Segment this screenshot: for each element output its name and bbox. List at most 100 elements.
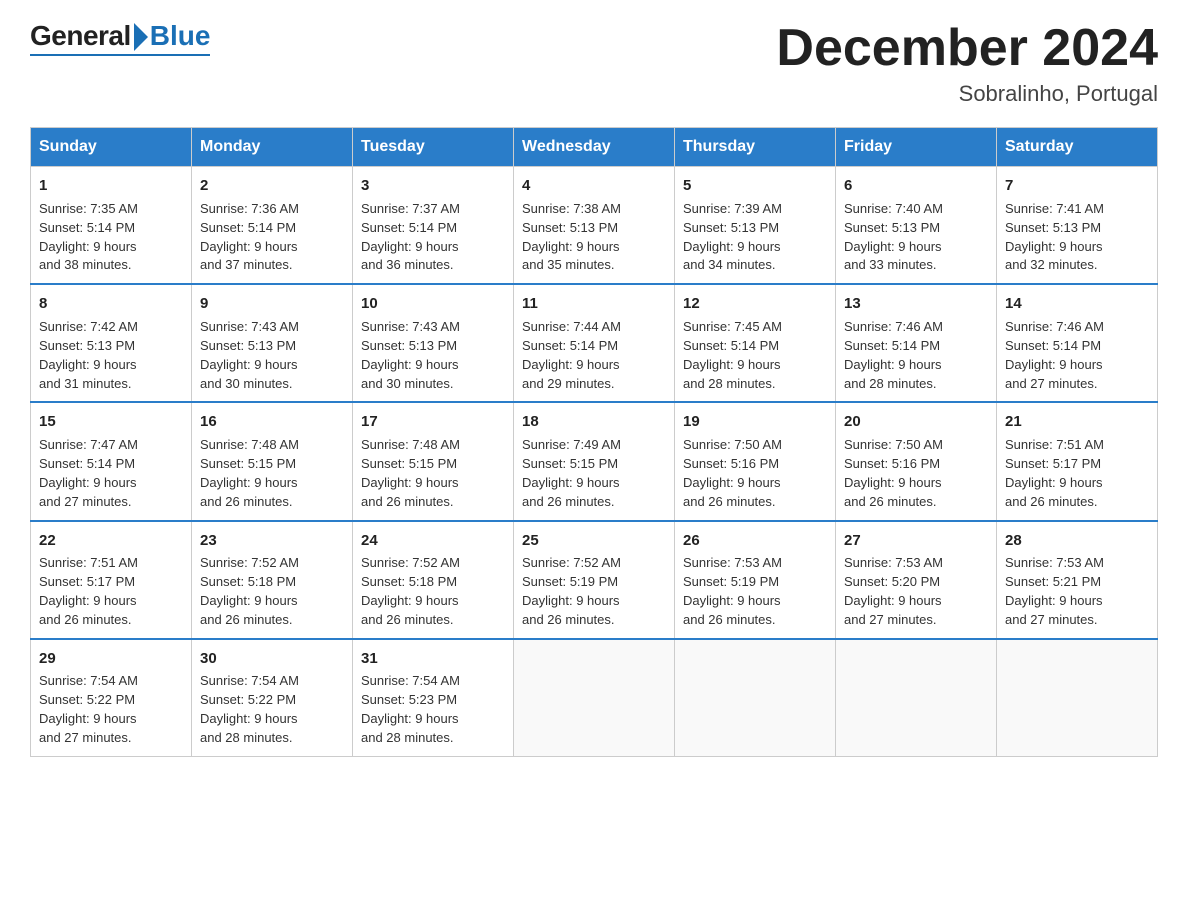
day-number: 1 <box>39 175 183 197</box>
calendar-header-row: Sunday Monday Tuesday Wednesday Thursday… <box>31 128 1158 167</box>
location-subtitle: Sobralinho, Portugal <box>776 81 1158 107</box>
calendar-cell: 18 Sunrise: 7:49 AM Sunset: 5:15 PM Dayl… <box>514 402 675 520</box>
logo-arrow-icon <box>134 23 148 51</box>
calendar-cell: 29 Sunrise: 7:54 AM Sunset: 5:22 PM Dayl… <box>31 639 192 757</box>
logo: General Blue <box>30 20 210 56</box>
day-info: Sunrise: 7:43 AM Sunset: 5:13 PM Dayligh… <box>361 318 505 393</box>
col-wednesday: Wednesday <box>514 128 675 167</box>
day-number: 30 <box>200 648 344 670</box>
calendar-cell: 23 Sunrise: 7:52 AM Sunset: 5:18 PM Dayl… <box>192 521 353 639</box>
day-number: 2 <box>200 175 344 197</box>
day-number: 6 <box>844 175 988 197</box>
calendar-cell: 21 Sunrise: 7:51 AM Sunset: 5:17 PM Dayl… <box>997 402 1158 520</box>
day-number: 19 <box>683 411 827 433</box>
day-info: Sunrise: 7:37 AM Sunset: 5:14 PM Dayligh… <box>361 200 505 275</box>
day-number: 14 <box>1005 293 1149 315</box>
day-number: 5 <box>683 175 827 197</box>
logo-blue-text: Blue <box>150 20 211 52</box>
week-row-1: 1 Sunrise: 7:35 AM Sunset: 5:14 PM Dayli… <box>31 167 1158 285</box>
day-info: Sunrise: 7:51 AM Sunset: 5:17 PM Dayligh… <box>1005 436 1149 511</box>
day-info: Sunrise: 7:45 AM Sunset: 5:14 PM Dayligh… <box>683 318 827 393</box>
col-sunday: Sunday <box>31 128 192 167</box>
day-number: 17 <box>361 411 505 433</box>
calendar-cell: 19 Sunrise: 7:50 AM Sunset: 5:16 PM Dayl… <box>675 402 836 520</box>
day-info: Sunrise: 7:42 AM Sunset: 5:13 PM Dayligh… <box>39 318 183 393</box>
day-number: 16 <box>200 411 344 433</box>
day-number: 3 <box>361 175 505 197</box>
calendar-cell: 28 Sunrise: 7:53 AM Sunset: 5:21 PM Dayl… <box>997 521 1158 639</box>
day-number: 31 <box>361 648 505 670</box>
calendar-cell: 6 Sunrise: 7:40 AM Sunset: 5:13 PM Dayli… <box>836 167 997 285</box>
day-info: Sunrise: 7:54 AM Sunset: 5:23 PM Dayligh… <box>361 672 505 747</box>
week-row-4: 22 Sunrise: 7:51 AM Sunset: 5:17 PM Dayl… <box>31 521 1158 639</box>
day-number: 7 <box>1005 175 1149 197</box>
calendar-cell: 16 Sunrise: 7:48 AM Sunset: 5:15 PM Dayl… <box>192 402 353 520</box>
calendar-cell <box>836 639 997 757</box>
calendar-cell: 25 Sunrise: 7:52 AM Sunset: 5:19 PM Dayl… <box>514 521 675 639</box>
calendar-cell: 13 Sunrise: 7:46 AM Sunset: 5:14 PM Dayl… <box>836 284 997 402</box>
day-info: Sunrise: 7:48 AM Sunset: 5:15 PM Dayligh… <box>361 436 505 511</box>
day-info: Sunrise: 7:46 AM Sunset: 5:14 PM Dayligh… <box>1005 318 1149 393</box>
calendar-cell: 15 Sunrise: 7:47 AM Sunset: 5:14 PM Dayl… <box>31 402 192 520</box>
day-number: 24 <box>361 530 505 552</box>
day-info: Sunrise: 7:36 AM Sunset: 5:14 PM Dayligh… <box>200 200 344 275</box>
calendar-cell: 24 Sunrise: 7:52 AM Sunset: 5:18 PM Dayl… <box>353 521 514 639</box>
calendar-cell: 11 Sunrise: 7:44 AM Sunset: 5:14 PM Dayl… <box>514 284 675 402</box>
day-number: 18 <box>522 411 666 433</box>
day-number: 9 <box>200 293 344 315</box>
calendar-cell: 8 Sunrise: 7:42 AM Sunset: 5:13 PM Dayli… <box>31 284 192 402</box>
calendar-cell: 20 Sunrise: 7:50 AM Sunset: 5:16 PM Dayl… <box>836 402 997 520</box>
calendar-cell: 1 Sunrise: 7:35 AM Sunset: 5:14 PM Dayli… <box>31 167 192 285</box>
day-number: 29 <box>39 648 183 670</box>
day-number: 27 <box>844 530 988 552</box>
calendar-cell: 22 Sunrise: 7:51 AM Sunset: 5:17 PM Dayl… <box>31 521 192 639</box>
calendar-cell: 27 Sunrise: 7:53 AM Sunset: 5:20 PM Dayl… <box>836 521 997 639</box>
day-info: Sunrise: 7:52 AM Sunset: 5:18 PM Dayligh… <box>200 554 344 629</box>
calendar-cell: 4 Sunrise: 7:38 AM Sunset: 5:13 PM Dayli… <box>514 167 675 285</box>
col-saturday: Saturday <box>997 128 1158 167</box>
week-row-2: 8 Sunrise: 7:42 AM Sunset: 5:13 PM Dayli… <box>31 284 1158 402</box>
month-title: December 2024 <box>776 20 1158 77</box>
day-info: Sunrise: 7:49 AM Sunset: 5:15 PM Dayligh… <box>522 436 666 511</box>
day-info: Sunrise: 7:39 AM Sunset: 5:13 PM Dayligh… <box>683 200 827 275</box>
day-number: 21 <box>1005 411 1149 433</box>
day-number: 15 <box>39 411 183 433</box>
calendar-cell: 14 Sunrise: 7:46 AM Sunset: 5:14 PM Dayl… <box>997 284 1158 402</box>
day-number: 25 <box>522 530 666 552</box>
col-friday: Friday <box>836 128 997 167</box>
day-number: 12 <box>683 293 827 315</box>
day-info: Sunrise: 7:41 AM Sunset: 5:13 PM Dayligh… <box>1005 200 1149 275</box>
col-tuesday: Tuesday <box>353 128 514 167</box>
day-number: 28 <box>1005 530 1149 552</box>
day-number: 26 <box>683 530 827 552</box>
day-info: Sunrise: 7:43 AM Sunset: 5:13 PM Dayligh… <box>200 318 344 393</box>
day-info: Sunrise: 7:50 AM Sunset: 5:16 PM Dayligh… <box>844 436 988 511</box>
week-row-3: 15 Sunrise: 7:47 AM Sunset: 5:14 PM Dayl… <box>31 402 1158 520</box>
day-info: Sunrise: 7:51 AM Sunset: 5:17 PM Dayligh… <box>39 554 183 629</box>
calendar-cell <box>997 639 1158 757</box>
day-info: Sunrise: 7:52 AM Sunset: 5:19 PM Dayligh… <box>522 554 666 629</box>
day-info: Sunrise: 7:50 AM Sunset: 5:16 PM Dayligh… <box>683 436 827 511</box>
calendar-cell: 5 Sunrise: 7:39 AM Sunset: 5:13 PM Dayli… <box>675 167 836 285</box>
calendar-cell: 7 Sunrise: 7:41 AM Sunset: 5:13 PM Dayli… <box>997 167 1158 285</box>
calendar-cell: 12 Sunrise: 7:45 AM Sunset: 5:14 PM Dayl… <box>675 284 836 402</box>
calendar-cell: 10 Sunrise: 7:43 AM Sunset: 5:13 PM Dayl… <box>353 284 514 402</box>
calendar-cell <box>514 639 675 757</box>
day-info: Sunrise: 7:47 AM Sunset: 5:14 PM Dayligh… <box>39 436 183 511</box>
day-info: Sunrise: 7:54 AM Sunset: 5:22 PM Dayligh… <box>39 672 183 747</box>
day-info: Sunrise: 7:54 AM Sunset: 5:22 PM Dayligh… <box>200 672 344 747</box>
day-number: 13 <box>844 293 988 315</box>
day-info: Sunrise: 7:53 AM Sunset: 5:20 PM Dayligh… <box>844 554 988 629</box>
day-number: 20 <box>844 411 988 433</box>
calendar-cell <box>675 639 836 757</box>
day-info: Sunrise: 7:53 AM Sunset: 5:19 PM Dayligh… <box>683 554 827 629</box>
calendar-cell: 2 Sunrise: 7:36 AM Sunset: 5:14 PM Dayli… <box>192 167 353 285</box>
title-section: December 2024 Sobralinho, Portugal <box>776 20 1158 107</box>
day-info: Sunrise: 7:35 AM Sunset: 5:14 PM Dayligh… <box>39 200 183 275</box>
day-info: Sunrise: 7:44 AM Sunset: 5:14 PM Dayligh… <box>522 318 666 393</box>
col-monday: Monday <box>192 128 353 167</box>
week-row-5: 29 Sunrise: 7:54 AM Sunset: 5:22 PM Dayl… <box>31 639 1158 757</box>
day-info: Sunrise: 7:52 AM Sunset: 5:18 PM Dayligh… <box>361 554 505 629</box>
day-number: 11 <box>522 293 666 315</box>
day-number: 8 <box>39 293 183 315</box>
